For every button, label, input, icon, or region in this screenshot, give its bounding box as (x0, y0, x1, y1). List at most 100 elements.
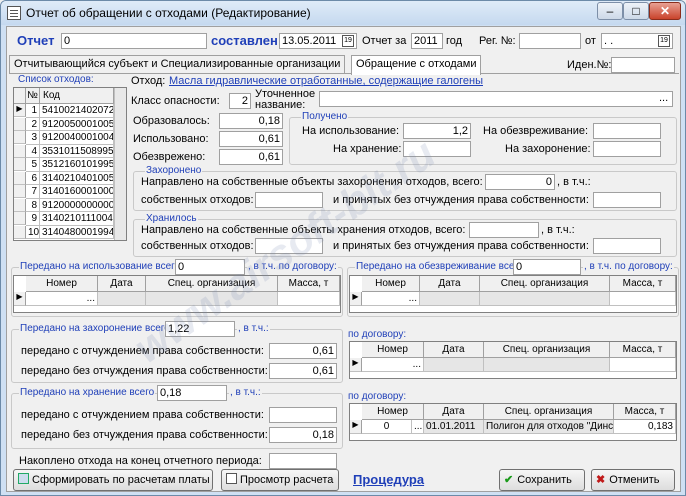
waste-row-number[interactable]: 9 (26, 212, 40, 226)
waste-list-scrollbar[interactable] (114, 88, 126, 240)
table-row[interactable]: ... (26, 292, 98, 306)
waste-row-number[interactable]: 4 (26, 144, 40, 158)
bury-without-input[interactable]: 0,61 (269, 363, 337, 379)
table-cell[interactable]: 01.01.2011 (424, 420, 484, 434)
cancel-button[interactable]: ✖ Отменить (591, 469, 675, 491)
maximize-button[interactable]: □ (623, 2, 649, 20)
waste-row-code[interactable]: 5410021402072 (40, 104, 114, 118)
view-calc-button[interactable]: Просмотр расчета (221, 469, 339, 491)
stored-accepted-input[interactable] (593, 238, 661, 254)
period-label: Отчет за (362, 35, 407, 47)
waste-row-code[interactable]: 3531011508995 (40, 144, 114, 158)
waste-row-number[interactable]: 8 (26, 198, 40, 212)
waste-row-number[interactable]: 5 (26, 158, 40, 172)
table-cell[interactable] (424, 358, 484, 372)
waste-row-code[interactable]: 3140480001994 (40, 225, 114, 239)
received-label: Получено (301, 111, 349, 122)
table-cell[interactable] (420, 292, 480, 306)
waste-row-code[interactable]: 3140210111004 (40, 212, 114, 226)
waste-row-code[interactable]: 3140210401005 (40, 171, 114, 185)
waste-row-number[interactable]: 3 (26, 131, 40, 145)
waste-row-code[interactable]: 9120050001005 (40, 117, 114, 131)
refined-name-label: Уточненное название: (255, 88, 316, 111)
neutralized-input[interactable]: 0,61 (219, 149, 283, 165)
cancel-icon: ✖ (596, 474, 606, 486)
transfer-use-label: Передано на использование всего (19, 261, 182, 272)
bury-contract-label: по договору: (347, 329, 408, 340)
hazard-class-input[interactable]: 2 (229, 93, 251, 109)
procedure-link[interactable]: Процедура (353, 472, 424, 487)
transfer-neut-input[interactable]: 0 (513, 259, 581, 275)
transfer-store-grid[interactable]: Номер Дата Спец. организация Масса, т ▶ … (349, 403, 677, 441)
refined-name-input[interactable] (319, 91, 673, 107)
reg-number-input[interactable] (519, 33, 581, 49)
waste-row-number[interactable]: 1 (26, 104, 40, 118)
table-cell[interactable]: Полигон для отходов "Динской (484, 420, 614, 434)
stored-incl-label: , в т.ч.: (541, 224, 575, 236)
table-row[interactable]: ... (362, 292, 420, 306)
recv-neut-input[interactable] (593, 123, 661, 139)
year-label: год (446, 35, 463, 47)
table-cell[interactable] (610, 358, 676, 372)
window-title: Отчет об обращении с отходами (Редактиро… (26, 6, 311, 20)
formed-input[interactable]: 0,18 (219, 113, 283, 129)
bury-with-input[interactable]: 0,61 (269, 343, 337, 359)
waste-row-code[interactable]: 3512160101995 (40, 158, 114, 172)
close-button[interactable]: ✕ (649, 2, 681, 20)
transfer-store-input[interactable]: 0,18 (157, 385, 227, 401)
recv-bury-input[interactable] (593, 141, 661, 157)
calendar-icon[interactable]: 19 (658, 35, 670, 47)
table-cell[interactable] (98, 292, 146, 306)
save-button[interactable]: ✔ Сохранить (499, 469, 585, 491)
waste-list-grid[interactable]: № Код ▶ 1 5410021402072 2 9120050001005 3 9120… (13, 87, 127, 241)
store-with-input[interactable] (269, 407, 337, 423)
table-cell[interactable]: 0,183 (614, 420, 676, 434)
waste-row-number[interactable]: 10 (26, 225, 40, 239)
tab-subject[interactable]: Отчитывающийся субъект и Специализирован… (9, 55, 345, 73)
year-input[interactable]: 2011 (411, 33, 443, 49)
table-cell[interactable] (484, 358, 610, 372)
tab-waste-handling[interactable]: Обращение с отходами (351, 55, 481, 75)
minimize-button[interactable]: – (597, 2, 623, 20)
buried-total-label: Направлено на собственные объекты захоро… (141, 176, 483, 188)
buried-accepted-input[interactable] (593, 192, 661, 208)
waste-row-number[interactable]: 6 (26, 171, 40, 185)
waste-row-code[interactable]: 9120000000000 (40, 198, 114, 212)
waste-row-code[interactable]: 3140160001000 (40, 185, 114, 199)
transfer-bury-grid[interactable]: Номер Дата Спец. организация Масса, т ▶ … (349, 341, 677, 379)
waste-row-code[interactable]: 9120040001004 (40, 131, 114, 145)
row-indicator (14, 212, 26, 225)
table-cell[interactable]: 0 (362, 420, 412, 434)
row-picker[interactable]: ... (412, 420, 424, 434)
table-row[interactable]: ... (362, 358, 424, 372)
report-number-input[interactable]: 0 (61, 33, 207, 49)
table-cell[interactable] (610, 292, 676, 306)
form-body: Отчет 0 составлен 13.05.2011 19 Отчет за… (6, 26, 681, 492)
title-bar[interactable]: Отчет об обращении с отходами (Редактиро… (1, 1, 685, 25)
calendar-icon[interactable]: 19 (342, 35, 354, 47)
table-cell[interactable] (480, 292, 610, 306)
stored-total-input[interactable] (469, 222, 539, 238)
transfer-bury-incl: , в т.ч.: (237, 323, 270, 334)
col-header: Дата (420, 276, 480, 292)
buried-total-input[interactable]: 0 (485, 174, 555, 190)
stored-label: Хранилось (145, 213, 198, 224)
waste-name-link[interactable]: Масла гидравлические отработанные, содер… (169, 75, 483, 87)
buried-own-label: собственных отходов: (141, 194, 254, 206)
waste-row-number[interactable]: 2 (26, 117, 40, 131)
document-icon (7, 6, 21, 20)
class-label: Класс опасности: (131, 95, 220, 107)
form-by-calc-button[interactable]: Сформировать по расчетам платы (13, 469, 213, 491)
store-without-input[interactable]: 0,18 (269, 427, 337, 443)
ident-input[interactable] (611, 57, 675, 73)
waste-row-number[interactable]: 7 (26, 185, 40, 199)
refined-name-picker[interactable]: ... (659, 92, 668, 104)
used-input[interactable]: 0,61 (219, 131, 283, 147)
transfer-neut-grid[interactable]: Номер Дата Спец. организация Масса, т ▶ … (349, 275, 677, 313)
row-indicator (14, 185, 26, 198)
from-label: от (585, 35, 596, 47)
accumulated-input[interactable] (269, 453, 337, 469)
reg-label: Рег. №: (479, 35, 516, 47)
col-header: Номер (362, 276, 420, 292)
table-cell[interactable] (278, 292, 340, 306)
